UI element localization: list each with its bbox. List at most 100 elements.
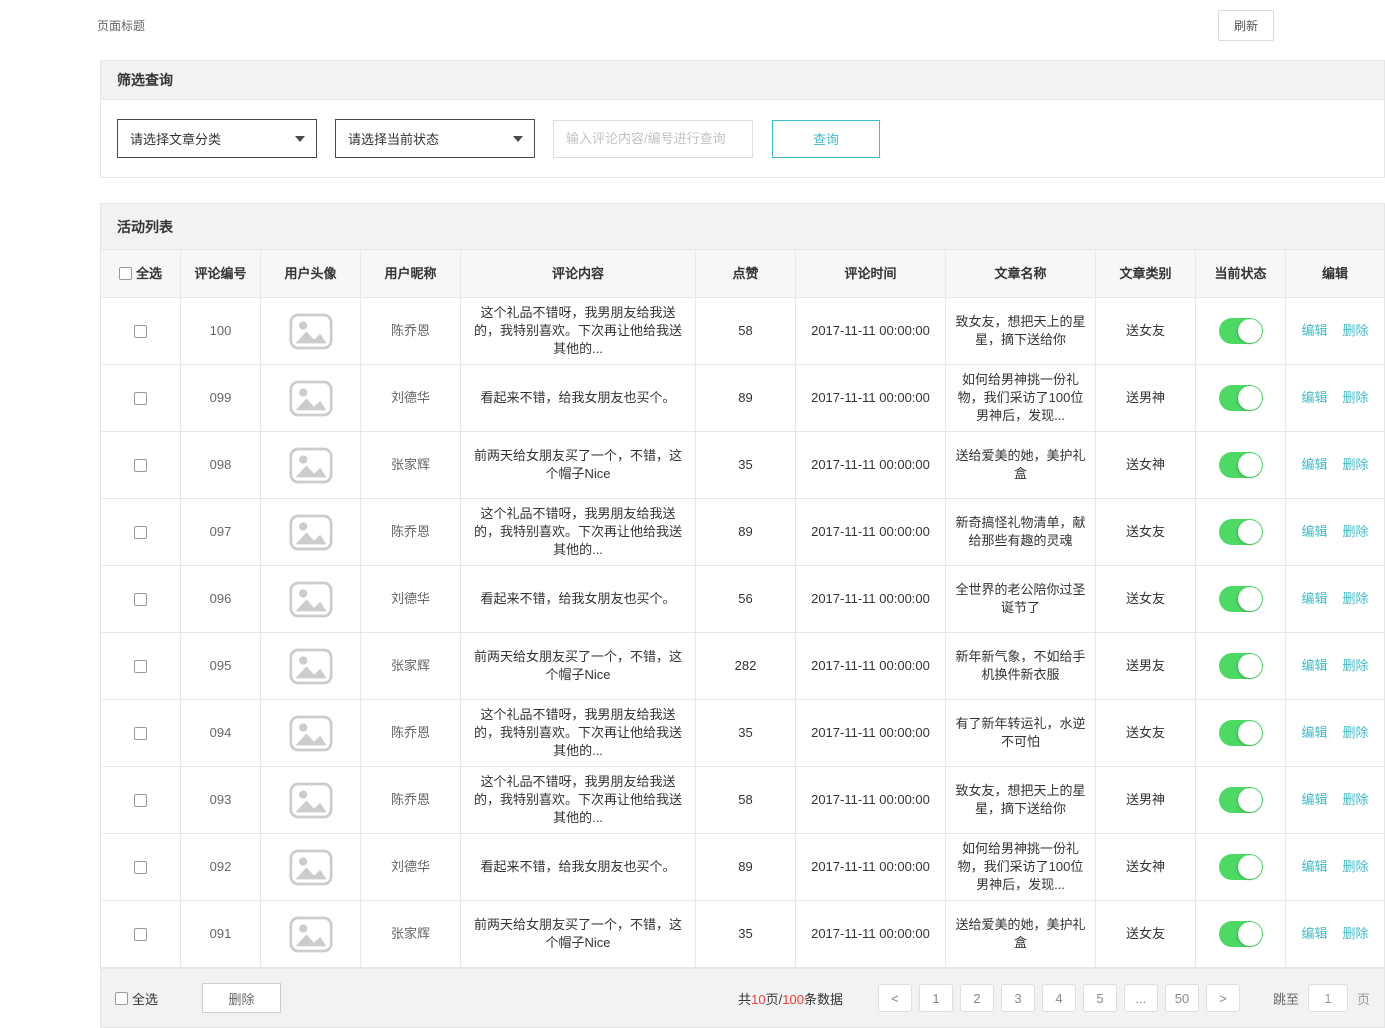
delete-link[interactable]: 删除 [1343,322,1369,340]
status-toggle[interactable] [1219,787,1263,813]
table-row: 091 张家辉 前两天给女朋友买了一个，不错，这个帽子Nice 35 2017-… [101,901,1384,968]
row-checkbox[interactable] [134,928,147,941]
delete-link[interactable]: 删除 [1343,925,1369,943]
edit-link[interactable]: 编辑 [1301,657,1327,675]
filter-panel: 筛选查询 请选择文章分类 请选择当前状态 查询 [100,60,1385,178]
current-status-select[interactable]: 请选择当前状态 [335,119,535,158]
edit-link[interactable]: 编辑 [1301,791,1327,809]
status-toggle[interactable] [1219,854,1263,880]
comment-id: 091 [181,901,261,968]
edit-link[interactable]: 编辑 [1301,389,1327,407]
column-edit: 编辑 [1286,250,1384,298]
status-toggle[interactable] [1219,653,1263,679]
comment-time: 2017-11-11 00:00:00 [796,901,946,968]
article-category: 送女友 [1096,499,1196,566]
page-button[interactable]: 1 [919,984,953,1012]
likes-count: 89 [696,834,796,901]
row-checkbox[interactable] [134,660,147,673]
delete-link[interactable]: 删除 [1343,791,1369,809]
edit-link[interactable]: 编辑 [1301,322,1327,340]
row-checkbox[interactable] [134,861,147,874]
edit-link[interactable]: 编辑 [1301,590,1327,608]
activity-list-panel: 活动列表 全选 评论编号 用户头像 用户昵称 评论内容 点赞 评论时间 文章名称… [100,203,1385,968]
article-category: 送女友 [1096,901,1196,968]
status-cell [1196,834,1286,901]
column-comment-id: 评论编号 [181,250,261,298]
caret-down-icon [513,136,523,142]
status-toggle[interactable] [1219,586,1263,612]
edit-link[interactable]: 编辑 [1301,858,1327,876]
footer-select-all-checkbox[interactable] [115,992,128,1005]
nickname: 陈乔恩 [361,298,461,365]
select-all-checkbox[interactable] [119,267,132,280]
comment-time: 2017-11-11 00:00:00 [796,767,946,834]
delete-link[interactable]: 删除 [1343,456,1369,474]
row-checkbox[interactable] [134,526,147,539]
status-toggle[interactable] [1219,318,1263,344]
edit-link[interactable]: 编辑 [1301,456,1327,474]
row-select-cell [101,901,181,968]
delete-link[interactable]: 删除 [1343,523,1369,541]
comment-id: 094 [181,700,261,767]
comment-content: 看起来不错，给我女朋友也买个。 [461,566,696,633]
jump-page-suffix: 页 [1357,989,1370,1008]
toggle-knob [1238,922,1262,946]
image-placeholder-icon [289,581,333,618]
edit-cell: 编辑 删除 [1286,633,1384,700]
row-checkbox[interactable] [134,392,147,405]
delete-link[interactable]: 删除 [1343,724,1369,742]
avatar-cell [261,633,361,700]
footer-delete-button[interactable]: 删除 [202,983,281,1013]
row-checkbox[interactable] [134,593,147,606]
article-category-select[interactable]: 请选择文章分类 [117,119,317,158]
comment-id: 096 [181,566,261,633]
row-checkbox[interactable] [134,727,147,740]
edit-cell: 编辑 删除 [1286,767,1384,834]
article-name: 送给爱美的她，美护礼盒 [946,901,1096,968]
image-placeholder-icon [289,849,333,886]
table-row: 095 张家辉 前两天给女朋友买了一个，不错，这个帽子Nice 282 2017… [101,633,1384,700]
comment-time: 2017-11-11 00:00:00 [796,499,946,566]
search-input[interactable] [553,120,753,158]
column-article: 文章名称 [946,250,1096,298]
edit-link[interactable]: 编辑 [1301,724,1327,742]
row-checkbox[interactable] [134,459,147,472]
comment-content: 前两天给女朋友买了一个，不错，这个帽子Nice [461,432,696,499]
page-button[interactable]: > [1206,984,1240,1012]
edit-cell: 编辑 删除 [1286,432,1384,499]
page-button[interactable]: 2 [960,984,994,1012]
nickname: 刘德华 [361,834,461,901]
page-button[interactable]: 4 [1042,984,1076,1012]
summary-suffix: 条数据 [804,992,843,1007]
status-toggle[interactable] [1219,720,1263,746]
comment-content: 前两天给女朋友买了一个，不错，这个帽子Nice [461,901,696,968]
comment-time: 2017-11-11 00:00:00 [796,432,946,499]
comment-content: 这个礼品不错呀，我男朋友给我送的，我特别喜欢。下次再让他给我送其他的... [461,700,696,767]
status-toggle[interactable] [1219,385,1263,411]
page-button[interactable]: 50 [1165,984,1199,1012]
query-button[interactable]: 查询 [772,120,880,158]
jump-page-input[interactable] [1308,984,1348,1012]
delete-link[interactable]: 删除 [1343,858,1369,876]
page-button[interactable]: ... [1124,984,1158,1012]
table-footer: 全选 删除 共10页/100条数据 <12345...50> 跳至 页 [100,968,1385,1028]
delete-link[interactable]: 删除 [1343,657,1369,675]
status-toggle[interactable] [1219,452,1263,478]
delete-link[interactable]: 删除 [1343,590,1369,608]
status-toggle[interactable] [1219,921,1263,947]
page-button[interactable]: 5 [1083,984,1117,1012]
page-button[interactable]: < [878,984,912,1012]
image-placeholder-icon [289,648,333,685]
row-checkbox[interactable] [134,794,147,807]
status-toggle[interactable] [1219,519,1263,545]
jump-to-label: 跳至 [1273,989,1299,1008]
status-cell [1196,365,1286,432]
nickname: 陈乔恩 [361,767,461,834]
table-header-row: 全选 评论编号 用户头像 用户昵称 评论内容 点赞 评论时间 文章名称 文章类别… [101,250,1384,298]
refresh-button[interactable]: 刷新 [1218,10,1274,41]
delete-link[interactable]: 删除 [1343,389,1369,407]
row-checkbox[interactable] [134,325,147,338]
edit-link[interactable]: 编辑 [1301,523,1327,541]
page-button[interactable]: 3 [1001,984,1035,1012]
edit-link[interactable]: 编辑 [1301,925,1327,943]
